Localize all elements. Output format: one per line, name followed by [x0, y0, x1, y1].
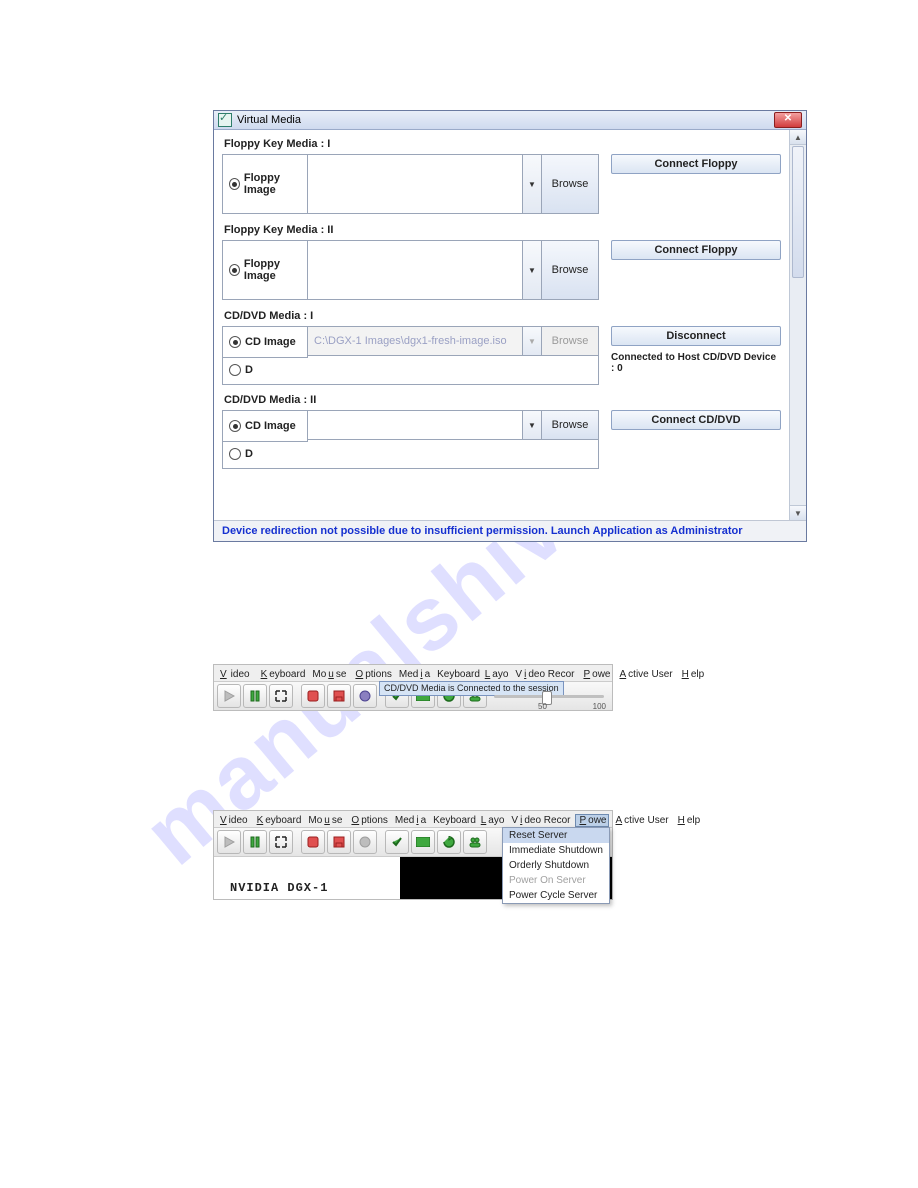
floppy1-label: Floppy Key Media : I	[224, 138, 781, 150]
floppy1-browse-button[interactable]: Browse	[542, 154, 599, 214]
toolbar: CD/DVD Media is Connected to the session…	[214, 682, 612, 710]
menu-options[interactable]: Options	[351, 668, 393, 681]
power-on-server: Power On Server	[503, 873, 609, 888]
chevron-down-icon: ▼	[522, 327, 541, 355]
globe-icon[interactable]	[353, 684, 377, 708]
connect-floppy2-button[interactable]: Connect Floppy	[611, 240, 781, 260]
scroll-down-icon[interactable]: ▼	[790, 505, 806, 520]
cd2-path-combo[interactable]: ▼	[308, 410, 542, 440]
play-icon[interactable]	[217, 830, 241, 854]
menu-kblayout[interactable]: Keyboard Layo	[435, 668, 510, 681]
floppy2-radio[interactable]: Floppy Image	[222, 240, 308, 300]
floppy-icon[interactable]	[327, 684, 351, 708]
power-immediate-shutdown[interactable]: Immediate Shutdown	[503, 843, 609, 858]
chevron-down-icon[interactable]: ▼	[522, 411, 541, 439]
floppy2-label: Floppy Key Media : II	[224, 224, 781, 236]
cd1-path-combo: ▼	[308, 326, 542, 356]
disconnect-cd1-button[interactable]: Disconnect	[611, 326, 781, 346]
scroll-up-icon[interactable]: ▲	[790, 130, 806, 145]
vertical-scrollbar[interactable]: ▲ ▼	[789, 130, 806, 520]
cd2-radio[interactable]: CD Image	[222, 410, 308, 442]
globe-icon[interactable]	[353, 830, 377, 854]
cd1-status: Connected to Host CD/DVD Device : 0	[611, 352, 781, 374]
permission-warning: Device redirection not possible due to i…	[214, 520, 806, 541]
floppy2-path-combo[interactable]: ▼	[308, 240, 542, 300]
menu-media[interactable]: Media	[393, 814, 428, 827]
refresh-icon[interactable]	[437, 830, 461, 854]
power-dropdown[interactable]: Reset Server Immediate Shutdown Orderly …	[502, 827, 610, 904]
virtual-media-dialog: Virtual Media ✕ Floppy Key Media : I Flo…	[213, 110, 807, 542]
floppy2-browse-button[interactable]: Browse	[542, 240, 599, 300]
cd2-label: CD/DVD Media : II	[224, 394, 781, 406]
floppy1-path-input[interactable]	[308, 155, 522, 213]
cd1-browse-button: Browse	[542, 326, 599, 356]
radio-off-icon	[229, 364, 241, 376]
floppy-icon[interactable]	[327, 830, 351, 854]
chevron-down-icon[interactable]: ▼	[522, 155, 541, 213]
menubar[interactable]: Video Keyboard Mouse Options Media Keybo…	[214, 665, 612, 682]
fullscreen-icon[interactable]	[269, 830, 293, 854]
radio-on-icon	[229, 336, 241, 348]
radio-off-icon	[229, 448, 241, 460]
menu-help[interactable]: Help	[678, 668, 707, 681]
menu-keyboard[interactable]: Keyboard	[253, 814, 304, 827]
chevron-down-icon[interactable]: ▼	[522, 241, 541, 299]
menu-video[interactable]: Video	[216, 668, 254, 681]
menu-power[interactable]: Powe	[579, 668, 612, 681]
kvm-toolbar-2: Video Keyboard Mouse Options Media Keybo…	[213, 810, 613, 900]
cd2-path-input[interactable]	[308, 411, 522, 439]
cd1-path-input	[308, 327, 522, 355]
menu-mouse[interactable]: Mouse	[310, 668, 348, 681]
fullscreen-icon[interactable]	[269, 684, 293, 708]
power-cycle-server[interactable]: Power Cycle Server	[503, 888, 609, 903]
cd2-d-radio[interactable]: D	[222, 440, 599, 469]
power-reset[interactable]: Reset Server	[503, 828, 609, 843]
dialog-title: Virtual Media	[237, 114, 301, 126]
menu-activeuser[interactable]: Active User	[616, 668, 675, 681]
floppy2-path-input[interactable]	[308, 241, 522, 299]
menu-mouse[interactable]: Mouse	[306, 814, 344, 827]
users-icon[interactable]	[463, 830, 487, 854]
menu-media[interactable]: Media	[397, 668, 432, 681]
radio-on-icon	[229, 178, 240, 190]
pause-icon[interactable]	[243, 830, 267, 854]
floppy1-path-combo[interactable]: ▼	[308, 154, 542, 214]
connect-floppy1-button[interactable]: Connect Floppy	[611, 154, 781, 174]
cd1-d-radio: D	[222, 356, 599, 385]
menu-kblayout[interactable]: Keyboard Layo	[431, 814, 506, 827]
menu-options[interactable]: Options	[347, 814, 389, 827]
floppy1-radio[interactable]: Floppy Image	[222, 154, 308, 214]
close-icon[interactable]: ✕	[774, 112, 802, 128]
menu-activeuser[interactable]: Active User	[612, 814, 671, 827]
keyboard-icon[interactable]	[411, 830, 435, 854]
menu-help[interactable]: Help	[674, 814, 703, 827]
connect-cd2-button[interactable]: Connect CD/DVD	[611, 410, 781, 430]
play-icon[interactable]	[217, 684, 241, 708]
radio-on-icon	[229, 264, 240, 276]
cd1-radio: CD Image	[222, 326, 308, 358]
menubar[interactable]: Video Keyboard Mouse Options Media Keybo…	[214, 811, 612, 828]
power-orderly-shutdown[interactable]: Orderly Shutdown	[503, 858, 609, 873]
check-icon[interactable]	[385, 830, 409, 854]
titlebar[interactable]: Virtual Media ✕	[214, 111, 806, 130]
menu-vidrec[interactable]: Video Recor	[513, 668, 576, 681]
scroll-thumb[interactable]	[792, 146, 804, 278]
cd2-browse-button[interactable]: Browse	[542, 410, 599, 440]
record-icon[interactable]	[301, 830, 325, 854]
record-icon[interactable]	[301, 684, 325, 708]
pause-icon[interactable]	[243, 684, 267, 708]
kvm-toolbar-1: Video Keyboard Mouse Options Media Keybo…	[213, 664, 613, 711]
radio-on-icon	[229, 420, 241, 432]
menu-vidrec[interactable]: Video Recor	[509, 814, 572, 827]
cd1-label: CD/DVD Media : I	[224, 310, 781, 322]
menu-power[interactable]: Powe	[575, 814, 608, 827]
zoom-slider[interactable]: 50 100	[494, 690, 604, 704]
menu-keyboard[interactable]: Keyboard	[257, 668, 308, 681]
console-label: NVIDIA DGX-1	[214, 857, 400, 899]
app-icon	[218, 113, 232, 127]
menu-video[interactable]: Video	[216, 814, 250, 827]
